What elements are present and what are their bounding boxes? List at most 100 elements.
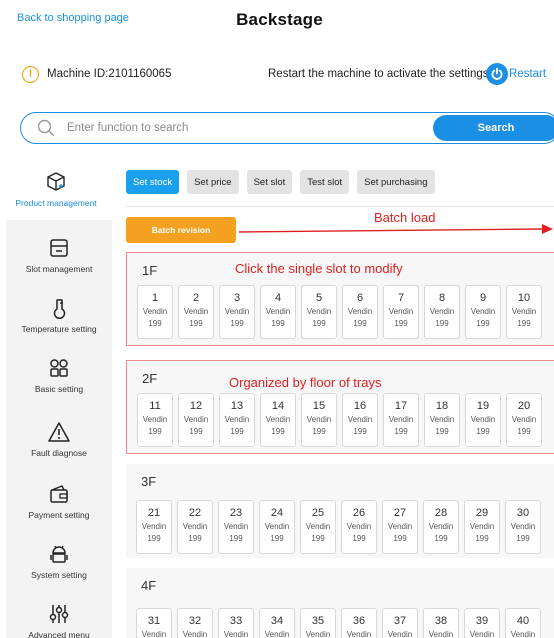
slot-40[interactable]: 40Vendin199: [505, 608, 541, 638]
slot-39[interactable]: 39Vendin199: [464, 608, 500, 638]
slot-number: 19: [476, 400, 490, 412]
payment-icon: [48, 482, 70, 506]
slot-product-name: Vendin: [388, 307, 414, 316]
sidebar-item-fault-diagnose[interactable]: Fault diagnose: [6, 410, 112, 470]
batch-load-arrowhead: [542, 224, 553, 234]
slot-14[interactable]: 14 Vendin 199: [260, 393, 296, 447]
search-bar: Search: [20, 112, 554, 144]
slot-stock: 199: [189, 319, 203, 328]
sidebar-item-slot-management[interactable]: Slot management: [6, 226, 112, 286]
sidebar-item-payment-setting[interactable]: Payment setting: [6, 472, 112, 532]
slot-13[interactable]: 13 Vendin 199: [219, 393, 255, 447]
slot-31[interactable]: 31Vendin199: [136, 608, 172, 638]
slot-1[interactable]: 1 Vendin 199: [137, 285, 173, 339]
slot-stock: 199: [517, 427, 531, 436]
search-input[interactable]: [67, 120, 427, 136]
sidebar-item-product-management[interactable]: Product management: [0, 160, 112, 220]
slot-number: 30: [516, 507, 530, 519]
slot-number: 28: [434, 507, 448, 519]
slot-3[interactable]: 3 Vendin 199: [219, 285, 255, 339]
slot-number: 17: [394, 400, 408, 412]
slot-9[interactable]: 9 Vendin 199: [465, 285, 501, 339]
slot-38[interactable]: 38Vendin199: [423, 608, 459, 638]
slot-product-name: Vendin: [224, 307, 250, 316]
slot-21[interactable]: 21 Vendin 199: [136, 500, 172, 554]
slot-26[interactable]: 26 Vendin 199: [341, 500, 377, 554]
slot-product-name: Vendin: [510, 630, 536, 638]
slot-18[interactable]: 18 Vendin 199: [424, 393, 460, 447]
slot-product-name: Vendin: [429, 307, 455, 316]
slot-10[interactable]: 10 Vendin 199: [506, 285, 542, 339]
slot-17[interactable]: 17 Vendin 199: [383, 393, 419, 447]
slot-number: 34: [270, 615, 284, 627]
slot-product-name: Vendin: [510, 522, 536, 531]
sidebar-item-temperature-setting[interactable]: Temperature setting: [6, 286, 112, 346]
slot-19[interactable]: 19 Vendin 199: [465, 393, 501, 447]
slot-11[interactable]: 11 Vendin 199: [137, 393, 173, 447]
slot-33[interactable]: 33Vendin199: [218, 608, 254, 638]
power-icon: [486, 63, 508, 85]
slot-8[interactable]: 8 Vendin 199: [424, 285, 460, 339]
slot-product-name: Vendin: [142, 307, 168, 316]
slot-number: 31: [147, 615, 161, 627]
sidebar-item-system-setting[interactable]: System setting: [6, 532, 112, 592]
slot-22[interactable]: 22 Vendin 199: [177, 500, 213, 554]
slot-product-name: Vendin: [511, 415, 537, 424]
slot-number: 9: [479, 292, 487, 304]
slot-number: 2: [192, 292, 200, 304]
slot-number: 33: [229, 615, 243, 627]
slot-stock: 199: [188, 534, 202, 543]
slot-stock: 199: [271, 319, 285, 328]
slot-5[interactable]: 5 Vendin 199: [301, 285, 337, 339]
slot-4[interactable]: 4 Vendin 199: [260, 285, 296, 339]
grid-icon: [48, 356, 70, 380]
slot-6[interactable]: 6 Vendin 199: [342, 285, 378, 339]
sidebar-item-advanced-menu[interactable]: Advanced menu: [6, 592, 112, 638]
sidebar-item-label: System setting: [31, 570, 87, 580]
slot-product-name: Vendin: [347, 307, 373, 316]
slot-stock: 199: [435, 427, 449, 436]
annotation-click-single: Click the single slot to modify: [235, 261, 403, 276]
slot-product-name: Vendin: [264, 630, 290, 638]
slot-23[interactable]: 23 Vendin 199: [218, 500, 254, 554]
slot-27[interactable]: 27 Vendin 199: [382, 500, 418, 554]
slot-36[interactable]: 36Vendin199: [341, 608, 377, 638]
slot-product-name: Vendin: [346, 630, 372, 638]
slot-7[interactable]: 7 Vendin 199: [383, 285, 419, 339]
slot-number: 4: [274, 292, 282, 304]
slot-24[interactable]: 24 Vendin 199: [259, 500, 295, 554]
slot-30[interactable]: 30 Vendin 199: [505, 500, 541, 554]
sidebar-item-label: Basic setting: [34, 384, 84, 394]
slot-28[interactable]: 28 Vendin 199: [423, 500, 459, 554]
slot-35[interactable]: 35Vendin199: [300, 608, 336, 638]
slot-16[interactable]: 16 Vendin 199: [342, 393, 378, 447]
floor-label: 2F: [142, 371, 158, 386]
slot-37[interactable]: 37Vendin199: [382, 608, 418, 638]
slot-stock: 199: [271, 427, 285, 436]
sidebar-item-basic-setting[interactable]: Basic setting: [6, 346, 112, 406]
slot-stock: 199: [516, 534, 530, 543]
slot-25[interactable]: 25 Vendin 199: [300, 500, 336, 554]
slot-number: 29: [475, 507, 489, 519]
slot-stock: 199: [353, 319, 367, 328]
slot-2[interactable]: 2 Vendin 199: [178, 285, 214, 339]
slot-20[interactable]: 20 Vendin 199: [506, 393, 542, 447]
slot-number: 24: [270, 507, 284, 519]
slot-number: 36: [352, 615, 366, 627]
slot-12[interactable]: 12 Vendin 199: [178, 393, 214, 447]
slot-stock: 199: [476, 319, 490, 328]
slot-15[interactable]: 15 Vendin 199: [301, 393, 337, 447]
slot-34[interactable]: 34Vendin199: [259, 608, 295, 638]
slot-number: 8: [438, 292, 446, 304]
slot-number: 15: [312, 400, 326, 412]
sidebar-item-label: Slot management: [25, 264, 93, 274]
slot-product-name: Vendin: [183, 307, 209, 316]
slot-stock: 199: [475, 534, 489, 543]
slot-32[interactable]: 32Vendin199: [177, 608, 213, 638]
sidebar-item-label: Payment setting: [28, 510, 90, 520]
restart-button[interactable]: Restart: [486, 62, 546, 86]
slot-29[interactable]: 29 Vendin 199: [464, 500, 500, 554]
slot-product-name: Vendin: [470, 307, 496, 316]
slot-stock: 199: [517, 319, 531, 328]
search-button[interactable]: Search: [433, 115, 554, 141]
